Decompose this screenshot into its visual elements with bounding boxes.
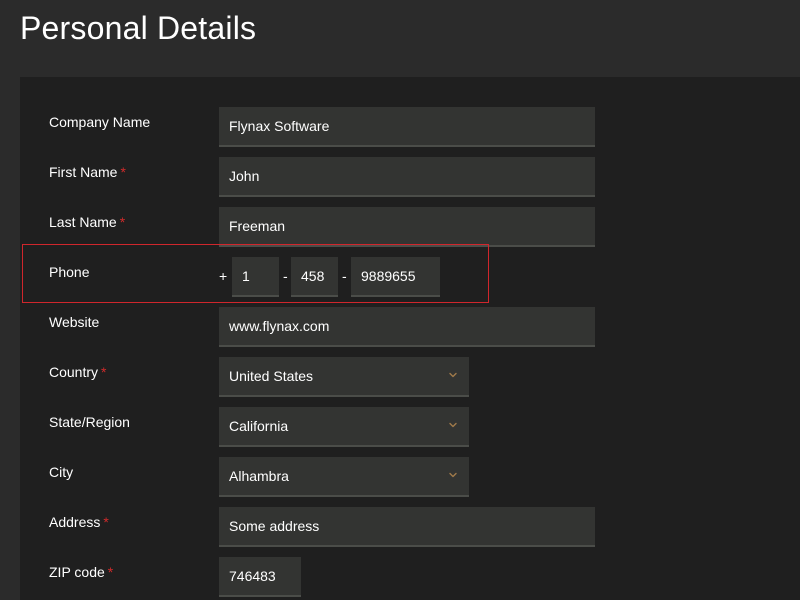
- phone-label-text: Phone: [49, 264, 90, 280]
- chevron-down-icon: [449, 372, 457, 378]
- first-name-value: John: [229, 168, 260, 184]
- company-name-value: Flynax Software: [229, 118, 330, 134]
- form-panel: Company Name Flynax Software First Name *…: [20, 77, 800, 600]
- last-name-row: Last Name * Freeman: [20, 207, 800, 247]
- city-label: City: [49, 464, 73, 480]
- phone-plus-sign: +: [219, 268, 228, 284]
- country-select[interactable]: United States: [219, 357, 469, 397]
- city-select[interactable]: Alhambra: [219, 457, 469, 497]
- required-marker: *: [107, 564, 114, 580]
- city-value: Alhambra: [229, 468, 289, 484]
- company-name-label-text: Company Name: [49, 114, 151, 130]
- chevron-down-icon: [449, 422, 457, 428]
- country-label-text: Country: [49, 364, 99, 380]
- website-value: www.flynax.com: [229, 318, 330, 334]
- last-name-input[interactable]: Freeman: [219, 207, 595, 247]
- country-label: Country *: [49, 364, 106, 380]
- zip-label: ZIP code *: [49, 564, 113, 580]
- website-label: Website: [49, 314, 99, 330]
- address-label-text: Address: [49, 514, 101, 530]
- zip-label-text: ZIP code: [49, 564, 105, 580]
- company-name-input[interactable]: Flynax Software: [219, 107, 595, 147]
- first-name-label: First Name *: [49, 164, 126, 180]
- city-label-text: City: [49, 464, 74, 480]
- country-value: United States: [229, 368, 314, 384]
- phone-country-code-value: 1: [242, 268, 250, 284]
- last-name-label: Last Name *: [49, 214, 125, 230]
- phone-area-code-value: 458: [301, 268, 325, 284]
- phone-area-code-input[interactable]: 458: [291, 257, 338, 297]
- website-input[interactable]: www.flynax.com: [219, 307, 595, 347]
- company-name-label: Company Name: [49, 114, 150, 130]
- address-label: Address *: [49, 514, 109, 530]
- required-marker: *: [119, 214, 126, 230]
- zip-row: ZIP code * 746483: [20, 557, 800, 597]
- state-label: State/Region: [49, 414, 130, 430]
- zip-input[interactable]: 746483: [219, 557, 301, 597]
- website-row: Website www.flynax.com: [20, 307, 800, 347]
- required-marker: *: [120, 164, 126, 180]
- required-marker: *: [101, 364, 107, 380]
- address-value: Some address: [229, 518, 320, 534]
- state-label-text: State/Region: [49, 414, 130, 430]
- required-marker: *: [103, 514, 109, 530]
- first-name-label-text: First Name: [49, 164, 118, 180]
- phone-row: Phone + 1 - 458 - 9889655: [20, 257, 800, 297]
- zip-value: 746483: [229, 568, 276, 584]
- last-name-value: Freeman: [229, 218, 286, 234]
- page: Personal Details Company Name Flynax Sof…: [0, 0, 800, 600]
- phone-number-value: 9889655: [361, 268, 416, 284]
- last-name-label-text: Last Name: [49, 214, 117, 230]
- state-row: State/Region California: [20, 407, 800, 447]
- page-title: Personal Details: [20, 10, 257, 46]
- company-name-row: Company Name Flynax Software: [20, 107, 800, 147]
- chevron-down-icon: [449, 472, 457, 478]
- country-row: Country * United States: [20, 357, 800, 397]
- state-value: California: [229, 418, 289, 434]
- website-label-text: Website: [49, 314, 100, 330]
- address-input[interactable]: Some address: [219, 507, 595, 547]
- city-row: City Alhambra: [20, 457, 800, 497]
- first-name-input[interactable]: John: [219, 157, 595, 197]
- phone-country-code-input[interactable]: 1: [232, 257, 279, 297]
- address-row: Address * Some address: [20, 507, 800, 547]
- phone-separator: -: [342, 268, 347, 284]
- phone-number-input[interactable]: 9889655: [351, 257, 440, 297]
- phone-separator: -: [283, 268, 288, 284]
- first-name-row: First Name * John: [20, 157, 800, 197]
- state-select[interactable]: California: [219, 407, 469, 447]
- phone-label: Phone: [49, 264, 89, 280]
